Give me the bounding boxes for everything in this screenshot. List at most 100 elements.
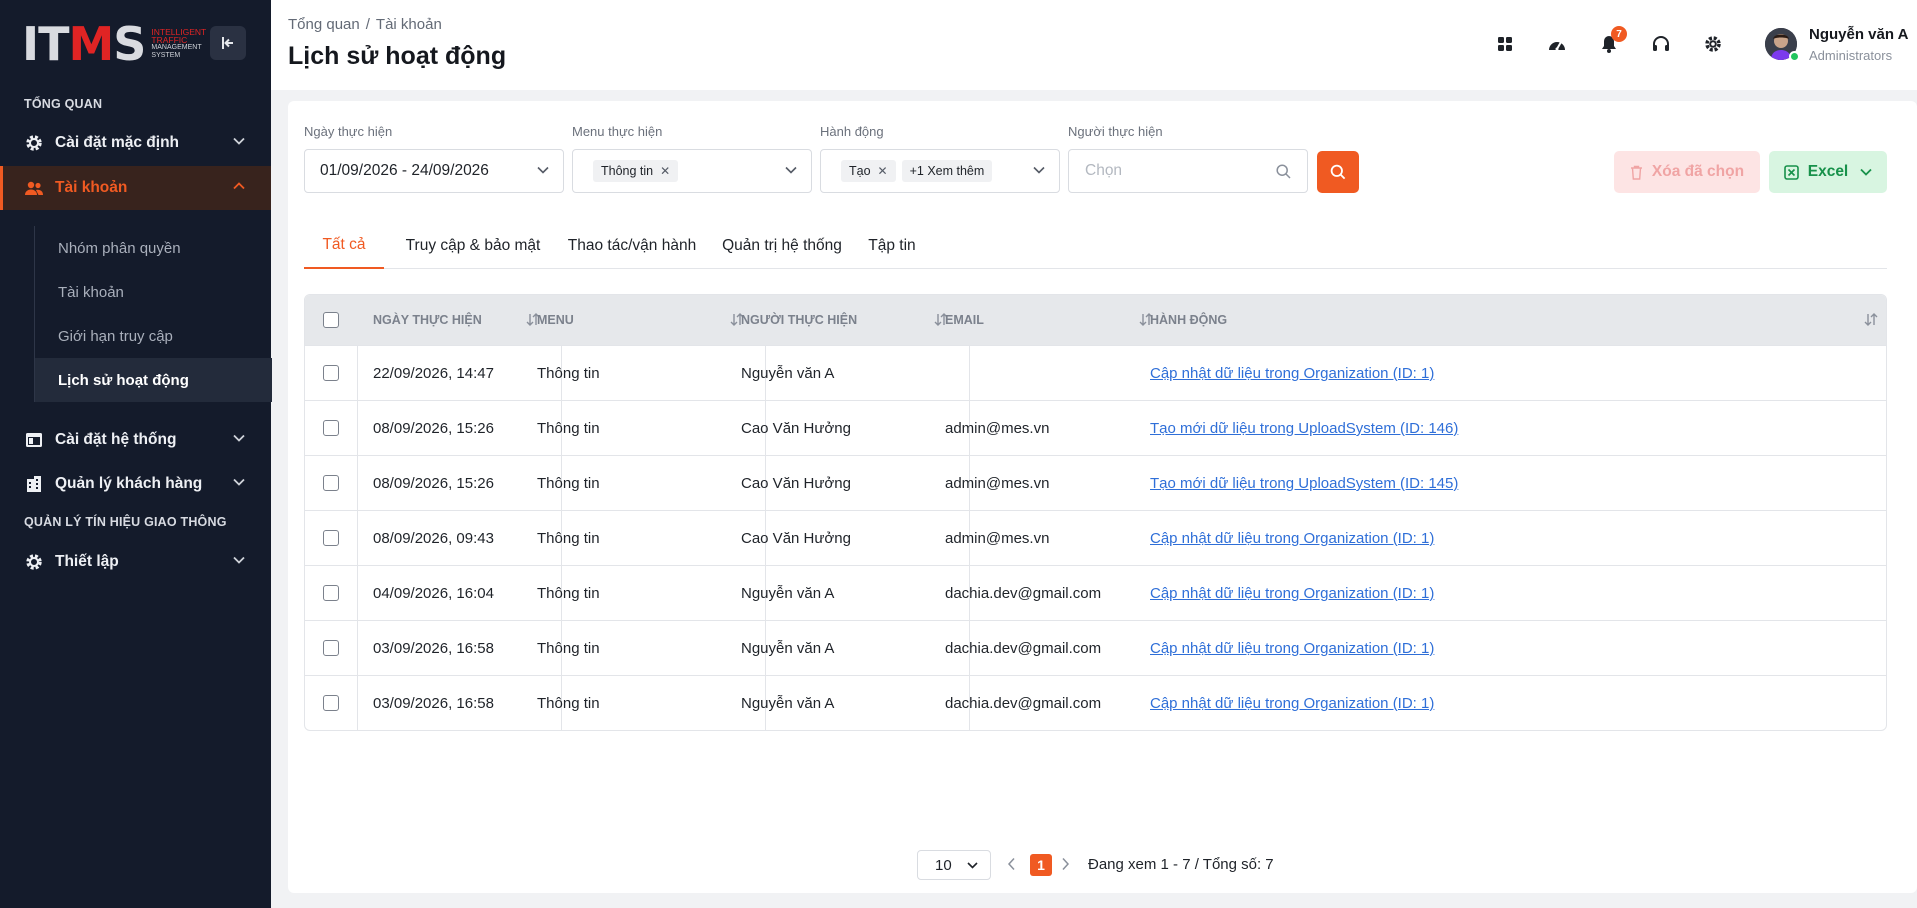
speedometer-icon — [1549, 41, 1565, 51]
page-size-select[interactable]: 10 — [917, 850, 991, 880]
cell-date: 08/09/2026, 15:26 — [373, 420, 494, 437]
sidebar-item-customer-management[interactable]: Quản lý khách hàng — [0, 462, 271, 506]
date-range-picker[interactable]: 01/09/2026 - 24/09/2026 — [304, 149, 564, 193]
cell-user: Nguyễn văn A — [741, 640, 835, 657]
row-checkbox[interactable] — [323, 475, 339, 491]
headset-icon — [1653, 36, 1669, 51]
cell-menu: Thông tin — [537, 420, 600, 437]
row-checkbox[interactable] — [323, 585, 339, 601]
action-filter-chip: Tạo ✕ — [841, 160, 896, 182]
sidebar-subitem-access-limits[interactable]: Giới hạn truy cập — [35, 314, 272, 358]
tab-access-security[interactable]: Truy cập & bảo mật — [400, 223, 546, 269]
cell-date: 08/09/2026, 09:43 — [373, 530, 494, 547]
row-checkbox[interactable] — [323, 640, 339, 656]
tab-files[interactable]: Tập tin — [862, 223, 922, 269]
apps-grid-icon — [1498, 37, 1512, 51]
dashboard-button[interactable] — [1543, 30, 1571, 58]
apps-button[interactable] — [1491, 30, 1519, 58]
search-button[interactable] — [1317, 151, 1359, 193]
cell-action-link[interactable]: Cập nhật dữ liệu trong Organization (ID:… — [1150, 346, 1434, 401]
user-filter-label: Người thực hiện — [1068, 124, 1163, 139]
cell-action-link[interactable]: Tạo mới dữ liệu trong UploadSystem (ID: … — [1150, 401, 1458, 456]
cell-menu: Thông tin — [537, 365, 600, 382]
chevron-down-icon — [233, 556, 245, 564]
logo[interactable]: ITMS INTELLIGENT TRAFFIC MANAGEMENT SYST… — [22, 20, 206, 68]
online-status-dot — [1789, 51, 1800, 62]
tab-system-admin[interactable]: Quản trị hệ thống — [718, 223, 846, 269]
sidebar-item-system-settings[interactable]: Cài đặt hệ thống — [0, 418, 271, 462]
column-header-menu[interactable]: MENU — [537, 295, 574, 345]
cell-action-link[interactable]: Cập nhật dữ liệu trong Organization (ID:… — [1150, 511, 1434, 566]
user-filter-input[interactable]: Chọn — [1068, 149, 1308, 193]
action-filter-select[interactable]: Tạo ✕ +1 Xem thêm — [820, 149, 1060, 193]
cell-user: Nguyễn văn A — [741, 695, 835, 712]
chevron-right-icon[interactable] — [1061, 857, 1070, 871]
row-checkbox[interactable] — [323, 530, 339, 546]
cell-email: dachia.dev@gmail.com — [945, 640, 1102, 657]
sidebar-item-label: Quản lý khách hàng — [55, 475, 203, 492]
column-divider — [969, 346, 970, 401]
tab-all[interactable]: Tất cả — [304, 223, 384, 269]
sidebar: ITMS INTELLIGENT TRAFFIC MANAGEMENT SYST… — [0, 0, 272, 908]
row-checkbox[interactable] — [323, 365, 339, 381]
page-title: Lịch sử hoạt động — [288, 42, 507, 70]
menu-filter-chip: Thông tin ✕ — [593, 160, 679, 182]
gear-icon — [1705, 36, 1721, 52]
sidebar-item-account[interactable]: Tài khoản — [0, 166, 271, 210]
row-checkbox[interactable] — [323, 695, 339, 711]
tab-operations[interactable]: Thao tác/vận hành — [562, 223, 702, 269]
support-button[interactable] — [1647, 30, 1675, 58]
cell-menu: Thông tin — [537, 585, 600, 602]
page-button-current[interactable]: 1 — [1030, 854, 1052, 876]
main-content: Ngày thực hiện 01/09/2026 - 24/09/2026 M… — [288, 101, 1917, 893]
cell-menu: Thông tin — [537, 530, 600, 547]
collapse-sidebar-button[interactable] — [210, 26, 246, 60]
search-icon — [1330, 164, 1346, 180]
column-divider — [357, 621, 358, 676]
row-checkbox[interactable] — [323, 420, 339, 436]
breadcrumb-separator: / — [365, 16, 370, 33]
select-all-checkbox[interactable] — [323, 312, 339, 328]
cell-user: Cao Văn Hưởng — [741, 475, 851, 492]
sidebar-subitem-activity-history[interactable]: Lịch sử hoạt động — [35, 358, 272, 402]
users-icon — [24, 178, 44, 198]
chevron-left-icon[interactable] — [1007, 857, 1016, 871]
delete-selected-button[interactable]: Xóa đã chọn — [1614, 151, 1760, 193]
chevron-down-icon — [1033, 166, 1045, 174]
cell-action-link[interactable]: Cập nhật dữ liệu trong Organization (ID:… — [1150, 676, 1434, 730]
cell-email: admin@mes.vn — [945, 530, 1050, 547]
cell-menu: Thông tin — [537, 475, 600, 492]
cell-action-link[interactable]: Tạo mới dữ liệu trong UploadSystem (ID: … — [1150, 456, 1458, 511]
column-divider — [357, 456, 358, 511]
excel-export-button[interactable]: Excel — [1769, 151, 1887, 193]
close-icon[interactable]: ✕ — [878, 164, 888, 178]
sidebar-subitem-accounts[interactable]: Tài khoản — [35, 270, 272, 314]
sidebar-item-default-settings[interactable]: Cài đặt mặc định — [0, 121, 271, 165]
column-header-user[interactable]: NGƯỜI THỰC HIỆN — [741, 295, 857, 345]
menu-filter-select[interactable]: Thông tin ✕ — [572, 149, 812, 193]
user-name[interactable]: Nguyễn văn A — [1809, 26, 1908, 43]
window-icon — [24, 430, 44, 450]
column-header-action[interactable]: HÀNH ĐỘNG — [1150, 295, 1227, 345]
sort-icon[interactable] — [1864, 313, 1878, 326]
chevron-down-icon — [537, 166, 549, 174]
action-filter-label: Hành động — [820, 124, 884, 139]
cell-action-link[interactable]: Cập nhật dữ liệu trong Organization (ID:… — [1150, 566, 1434, 621]
breadcrumb-item-account[interactable]: Tài khoản — [376, 16, 442, 33]
settings-button[interactable] — [1699, 30, 1727, 58]
search-icon — [1276, 164, 1291, 179]
action-filter-more-chip[interactable]: +1 Xem thêm — [901, 160, 993, 182]
table-row: 03/09/2026, 16:58 Thông tin Nguyễn văn A da… — [305, 620, 1886, 676]
column-header-date[interactable]: NGÀY THỰC HIỆN — [373, 295, 482, 345]
notifications-button[interactable]: 7 — [1595, 26, 1627, 58]
pagination-info: Đang xem 1 - 7 / Tổng số: 7 — [1088, 856, 1274, 873]
cell-action-link[interactable]: Cập nhật dữ liệu trong Organization (ID:… — [1150, 621, 1434, 676]
date-range-value: 01/09/2026 - 24/09/2026 — [320, 162, 489, 179]
close-icon[interactable]: ✕ — [660, 164, 670, 178]
menu-filter-label: Menu thực hiện — [572, 124, 663, 139]
sidebar-item-setup[interactable]: Thiết lập — [0, 540, 271, 584]
breadcrumb-item-overview[interactable]: Tổng quan — [288, 16, 360, 33]
column-header-email[interactable]: EMAIL — [945, 295, 984, 345]
sidebar-subitem-permission-groups[interactable]: Nhóm phân quyền — [35, 226, 272, 270]
section-title-traffic: QUẢN LÝ TÍN HIỆU GIAO THÔNG — [24, 515, 227, 529]
